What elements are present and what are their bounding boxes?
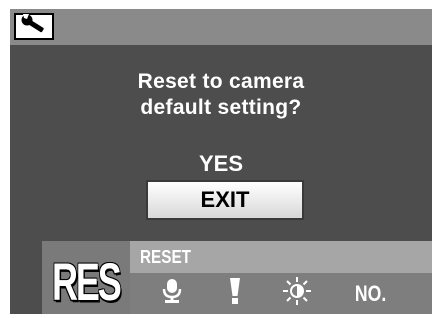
dialog-message-line-2: default setting?: [140, 96, 302, 119]
setup-menu-badge: [14, 13, 54, 40]
menu-header: [10, 9, 432, 45]
reset-confirm-dialog: Reset to camera default setting? YES EXI…: [10, 45, 432, 241]
exclamation-icon: [228, 277, 242, 310]
brightness-icon: [282, 276, 312, 311]
exit-option-label: EXIT: [200, 187, 250, 212]
file-numbering-label: NO.: [355, 280, 387, 306]
camera-menu-screen: Reset to camera default setting? YES EXI…: [10, 9, 432, 314]
yes-option[interactable]: YES: [10, 151, 432, 177]
reset-menu-icon: RES: [52, 253, 122, 312]
current-item-label: RESET: [140, 247, 192, 267]
microphone-icon: [161, 278, 183, 309]
menu-tabs: NO.: [130, 273, 432, 314]
tab-lcd-brightness[interactable]: [275, 273, 319, 314]
exit-option[interactable]: EXIT: [146, 180, 304, 220]
menu-footer: RES RESET NO.: [10, 241, 432, 314]
tab-voice-memo[interactable]: [150, 273, 194, 314]
current-item-label-bar: RESET: [130, 241, 432, 273]
tab-file-numbering[interactable]: NO.: [340, 273, 402, 314]
wrench-icon: [21, 14, 47, 39]
dialog-message-line-1: Reset to camera: [137, 70, 305, 93]
tab-warning[interactable]: [213, 273, 257, 314]
